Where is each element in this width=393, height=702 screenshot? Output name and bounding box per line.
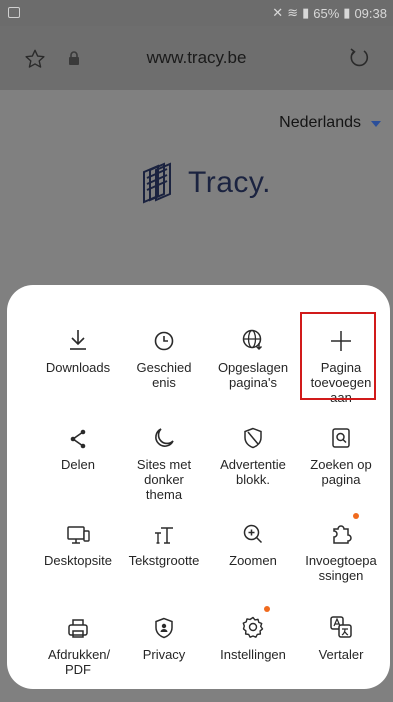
site-logo[interactable]: Tracy. <box>136 162 271 204</box>
menu-label: Desktopsite <box>44 553 112 568</box>
find-in-page-icon <box>295 415 387 449</box>
menu-label: Instellingen <box>220 647 286 662</box>
ad-block-icon <box>207 415 299 449</box>
text-size-icon <box>118 511 210 545</box>
url-text[interactable]: www.tracy.be <box>0 48 393 68</box>
menu-item-translator[interactable]: Vertaler <box>295 605 387 662</box>
browser-menu-sheet: Downloads Geschiedenis Opgeslagen pagina… <box>7 285 390 689</box>
history-icon <box>118 318 210 352</box>
menu-item-ad-block[interactable]: Advertentie blokk. <box>207 415 299 487</box>
menu-label: Tekstgrootte <box>128 553 200 568</box>
menu-item-add-ons[interactable]: Invoegtoepassingen <box>295 511 387 583</box>
menu-item-zoom[interactable]: Zoomen <box>207 511 299 568</box>
browser-toolbar: www.tracy.be <box>0 26 393 90</box>
menu-item-saved-pages[interactable]: Opgeslagen pagina's <box>207 318 299 390</box>
menu-label: Opgeslagen pagina's <box>217 360 289 390</box>
wifi-icon: ≋ <box>287 5 299 20</box>
bookmark-star-icon[interactable] <box>24 48 46 75</box>
language-label: Nederlands <box>279 114 361 131</box>
menu-label: Downloads <box>45 360 111 375</box>
privacy-icon <box>118 605 210 639</box>
status-bar: ✕ ≋ ▮ 65% ▮ 09:38 <box>0 0 393 26</box>
menu-label: Geschiedenis <box>136 360 192 390</box>
battery-icon: ▮ <box>343 5 351 20</box>
plus-icon <box>295 318 387 352</box>
battery-percent: 65% <box>313 5 340 21</box>
menu-label: Pagina toevoegen aan <box>310 360 372 405</box>
menu-item-desktop-site[interactable]: Desktopsite <box>32 511 124 568</box>
moon-icon <box>118 415 210 449</box>
menu-item-add-page-to[interactable]: Pagina toevoegen aan <box>295 318 387 405</box>
menu-item-settings[interactable]: Instellingen <box>207 605 299 662</box>
gallery-icon <box>8 7 20 18</box>
brand-name: Tracy. <box>188 166 272 199</box>
saved-pages-icon <box>207 318 299 352</box>
signal-icon: ▮ <box>302 5 310 20</box>
zoom-icon <box>207 511 299 545</box>
menu-item-text-size[interactable]: Tekstgrootte <box>118 511 210 568</box>
lock-icon[interactable] <box>68 51 80 70</box>
translate-icon <box>295 605 387 639</box>
print-icon <box>32 605 124 639</box>
mute-icon: ✕ <box>272 5 284 20</box>
notification-dot <box>353 513 359 519</box>
menu-item-find-on-page[interactable]: Zoeken op pagina <box>295 415 387 487</box>
menu-label: Vertaler <box>318 647 364 662</box>
menu-item-privacy[interactable]: Privacy <box>118 605 210 662</box>
tracy-logo-icon <box>143 162 171 204</box>
menu-label: Delen <box>61 457 95 472</box>
menu-label: Privacy <box>142 647 186 662</box>
language-selector[interactable]: Nederlands <box>279 114 381 132</box>
menu-item-history[interactable]: Geschiedenis <box>118 318 210 390</box>
menu-item-share[interactable]: Delen <box>32 415 124 472</box>
menu-label: Zoeken op pagina <box>310 457 372 487</box>
desktop-icon <box>32 511 124 545</box>
download-icon <box>32 318 124 352</box>
menu-label: Afdrukken/ PDF <box>48 647 111 677</box>
menu-label: Zoomen <box>229 553 277 568</box>
clock: 09:38 <box>354 5 387 21</box>
caret-down-icon <box>371 121 381 127</box>
menu-label: Invoegtoepassingen <box>305 553 377 583</box>
menu-label: Advertentie blokk. <box>220 457 286 487</box>
reload-icon[interactable] <box>347 46 371 75</box>
add-ons-icon <box>295 511 387 545</box>
status-items: ✕ ≋ ▮ 65% ▮ 09:38 <box>272 5 387 21</box>
notification-dot <box>264 606 270 612</box>
menu-item-print-pdf[interactable]: Afdrukken/ PDF <box>32 605 124 677</box>
settings-icon <box>207 605 299 639</box>
menu-label: Sites met donker thema <box>136 457 192 502</box>
menu-item-dark-sites[interactable]: Sites met donker thema <box>118 415 210 502</box>
menu-item-downloads[interactable]: Downloads <box>32 318 124 375</box>
share-icon <box>32 415 124 449</box>
